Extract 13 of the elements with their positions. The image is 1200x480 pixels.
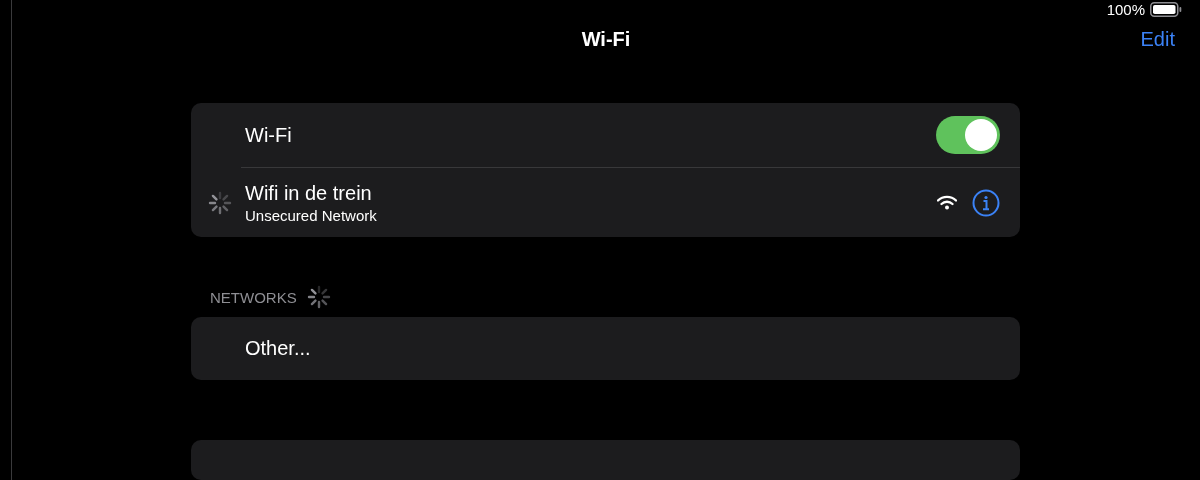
section-header: NETWORKS — [210, 288, 297, 306]
wifi-label: Wi-Fi — [245, 123, 292, 147]
battery-icon — [1150, 2, 1182, 18]
other-network-row[interactable]: Other... — [191, 317, 1020, 380]
network-name: Wifi in de trein — [245, 181, 373, 205]
battery-percentage: 100% — [1106, 1, 1145, 19]
info-icon[interactable] — [972, 188, 1000, 217]
wifi-signal-icon — [937, 195, 957, 210]
page-title: Wi-Fi — [581, 27, 631, 51]
edit-button[interactable]: Edit — [1140, 27, 1175, 51]
wifi-toggle[interactable] — [936, 116, 1000, 154]
network-row[interactable]: Wifi in de trein Unsecured Network — [191, 168, 1020, 237]
network-status: Unsecured Network — [245, 206, 377, 224]
